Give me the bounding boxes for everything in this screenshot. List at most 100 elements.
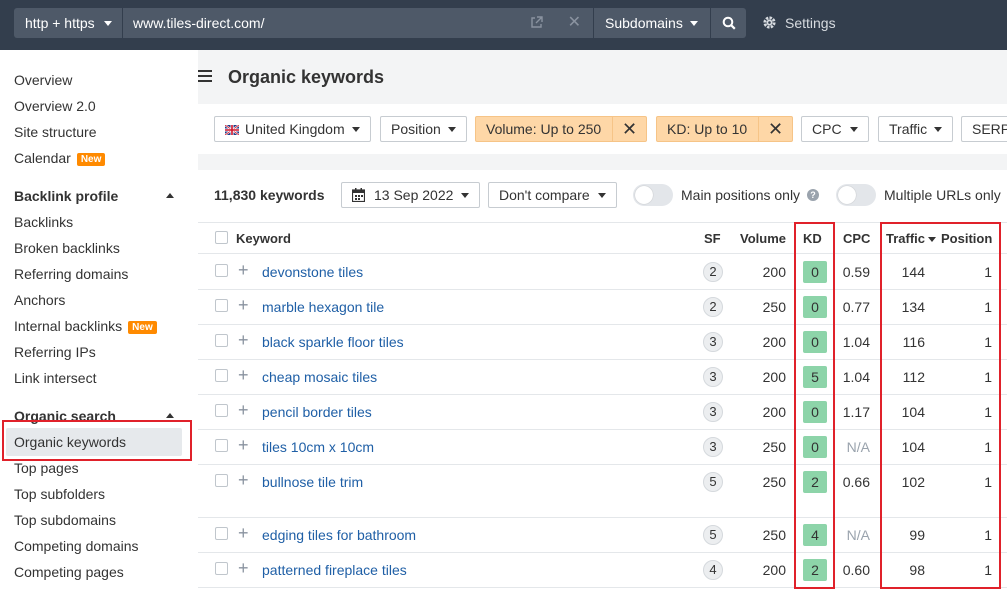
keyword-link[interactable]: tiles 10cm x 10cm (262, 439, 374, 455)
row-checkbox[interactable] (215, 334, 228, 347)
cpc-filter-label: CPC (812, 121, 842, 137)
serp-features-badge[interactable]: 5 (703, 472, 723, 492)
cpc-value: 1.17 (842, 404, 870, 420)
row-checkbox[interactable] (215, 474, 228, 487)
select-all-checkbox[interactable] (215, 231, 228, 244)
row-checkbox[interactable] (215, 562, 228, 575)
keyword-link[interactable]: black sparkle floor tiles (262, 334, 404, 350)
add-icon[interactable]: + (238, 559, 249, 577)
menu-icon[interactable] (198, 70, 212, 82)
sidebar-item-broken-backlinks[interactable]: Broken backlinks (14, 239, 120, 257)
page-title: Organic keywords (228, 67, 385, 87)
sidebar-item-link-intersect[interactable]: Link intersect (14, 369, 96, 387)
sidebar-item-competing-domains[interactable]: Competing domains (14, 537, 139, 555)
sidebar-item-label: Link intersect (14, 370, 97, 386)
sidebar-item-internal-backlinks[interactable]: Internal backlinks New (14, 317, 157, 335)
sidebar-item-top-subdomains[interactable]: Top subdomains (14, 511, 116, 529)
position-filter[interactable]: Position (380, 116, 467, 142)
serp-features-badge[interactable]: 2 (703, 262, 723, 282)
sidebar-item-label: Overview 2.0 (14, 98, 96, 114)
cpc-value: 0.59 (842, 264, 870, 280)
search-button[interactable] (711, 8, 746, 38)
volume-value: 200 (762, 264, 786, 280)
volume-filter[interactable]: Volume: Up to 250 ✕ (475, 116, 647, 142)
compare-select[interactable]: Don't compare (488, 182, 617, 208)
highlight-box (2, 420, 192, 461)
close-icon[interactable]: ✕ (612, 117, 646, 141)
sidebar-item-site-structure[interactable]: Site structure (14, 123, 96, 141)
sidebar-item-label: Referring domains (14, 266, 129, 282)
sidebar-item-label: Competing pages (14, 564, 124, 580)
add-icon[interactable]: + (238, 524, 249, 542)
add-icon[interactable]: + (238, 401, 249, 419)
protocol-select[interactable]: http + https (14, 8, 122, 38)
sidebar-item-referring-domains[interactable]: Referring domains (14, 265, 128, 283)
sidebar-item-overview[interactable]: Overview (14, 71, 72, 89)
serp-features-badge[interactable]: 3 (703, 437, 723, 457)
serp-features-badge[interactable]: 3 (703, 332, 723, 352)
keyword-link[interactable]: devonstone tiles (262, 264, 363, 280)
sidebar-item-competing-pages[interactable]: Competing pages (14, 563, 124, 581)
serp-features-badge[interactable]: 3 (703, 402, 723, 422)
add-icon[interactable]: + (238, 296, 249, 314)
row-checkbox[interactable] (215, 404, 228, 417)
add-icon[interactable]: + (238, 331, 249, 349)
cpc-filter[interactable]: CPC (801, 116, 869, 142)
chevron-down-icon (690, 21, 698, 26)
serp-features-badge[interactable]: 3 (703, 367, 723, 387)
country-filter[interactable]: United Kingdom (214, 116, 371, 142)
add-icon[interactable]: + (238, 261, 249, 279)
keyword-link[interactable]: edging tiles for bathroom (262, 527, 416, 543)
serp-features-badge[interactable]: 2 (703, 297, 723, 317)
keyword-link[interactable]: marble hexagon tile (262, 299, 384, 315)
row-checkbox[interactable] (215, 264, 228, 277)
keyword-link[interactable]: cheap mosaic tiles (262, 369, 377, 385)
column-sf[interactable]: SF (704, 231, 721, 247)
traffic-filter[interactable]: Traffic (878, 116, 953, 142)
volume-value: 250 (762, 474, 786, 490)
column-cpc[interactable]: CPC (843, 231, 870, 247)
sidebar-item-overview-2[interactable]: Overview 2.0 (14, 97, 96, 115)
main-positions-toggle[interactable] (633, 184, 673, 206)
add-icon[interactable]: + (238, 436, 249, 454)
sidebar-item-backlinks[interactable]: Backlinks (14, 213, 73, 231)
add-icon[interactable]: + (238, 471, 249, 489)
serp-filter[interactable]: SERP (961, 116, 1007, 142)
multiple-urls-toggle[interactable] (836, 184, 876, 206)
keyword-link[interactable]: bullnose tile trim (262, 474, 363, 490)
protocol-label: http + https (25, 15, 95, 31)
sidebar-item-referring-ips[interactable]: Referring IPs (14, 343, 96, 361)
external-link-icon[interactable] (530, 16, 543, 29)
kd-filter[interactable]: KD: Up to 10 ✕ (656, 116, 793, 142)
keyword-count: 11,830 keywords (214, 187, 325, 203)
url-input[interactable]: www.tiles-direct.com/ ✕ (123, 8, 593, 38)
serp-features-badge[interactable]: 4 (703, 560, 723, 580)
section-backlink-profile[interactable]: Backlink profile (14, 187, 118, 205)
row-checkbox[interactable] (215, 369, 228, 382)
keyword-link[interactable]: patterned fireplace tiles (262, 562, 407, 578)
add-icon[interactable]: + (238, 366, 249, 384)
sidebar-item-anchors[interactable]: Anchors (14, 291, 65, 309)
close-icon[interactable]: ✕ (758, 117, 792, 141)
clear-icon[interactable]: ✕ (568, 15, 581, 31)
sidebar-item-calendar[interactable]: Calendar New (14, 149, 106, 167)
row-checkbox[interactable] (215, 527, 228, 540)
keyword-link[interactable]: pencil border tiles (262, 404, 372, 420)
date-picker[interactable]: 13 Sep 2022 (341, 182, 480, 208)
collapse-icon[interactable] (166, 413, 174, 418)
chevron-down-icon (850, 127, 858, 132)
cpc-value: N/A (846, 527, 870, 543)
row-checkbox[interactable] (215, 299, 228, 312)
column-volume[interactable]: Volume (740, 231, 786, 247)
column-keyword[interactable]: Keyword (236, 231, 291, 247)
row-checkbox[interactable] (215, 439, 228, 452)
help-icon[interactable]: ? (807, 189, 819, 201)
serp-features-badge[interactable]: 5 (703, 525, 723, 545)
settings-button[interactable]: Settings (762, 14, 836, 32)
sidebar-item-top-subfolders[interactable]: Top subfolders (14, 485, 105, 503)
mode-select[interactable]: Subdomains (594, 8, 710, 38)
collapse-icon[interactable] (166, 193, 174, 198)
volume-value: 250 (762, 299, 786, 315)
main-positions-label: Main positions only (681, 187, 801, 203)
sidebar-item-top-pages[interactable]: Top pages (14, 459, 79, 477)
